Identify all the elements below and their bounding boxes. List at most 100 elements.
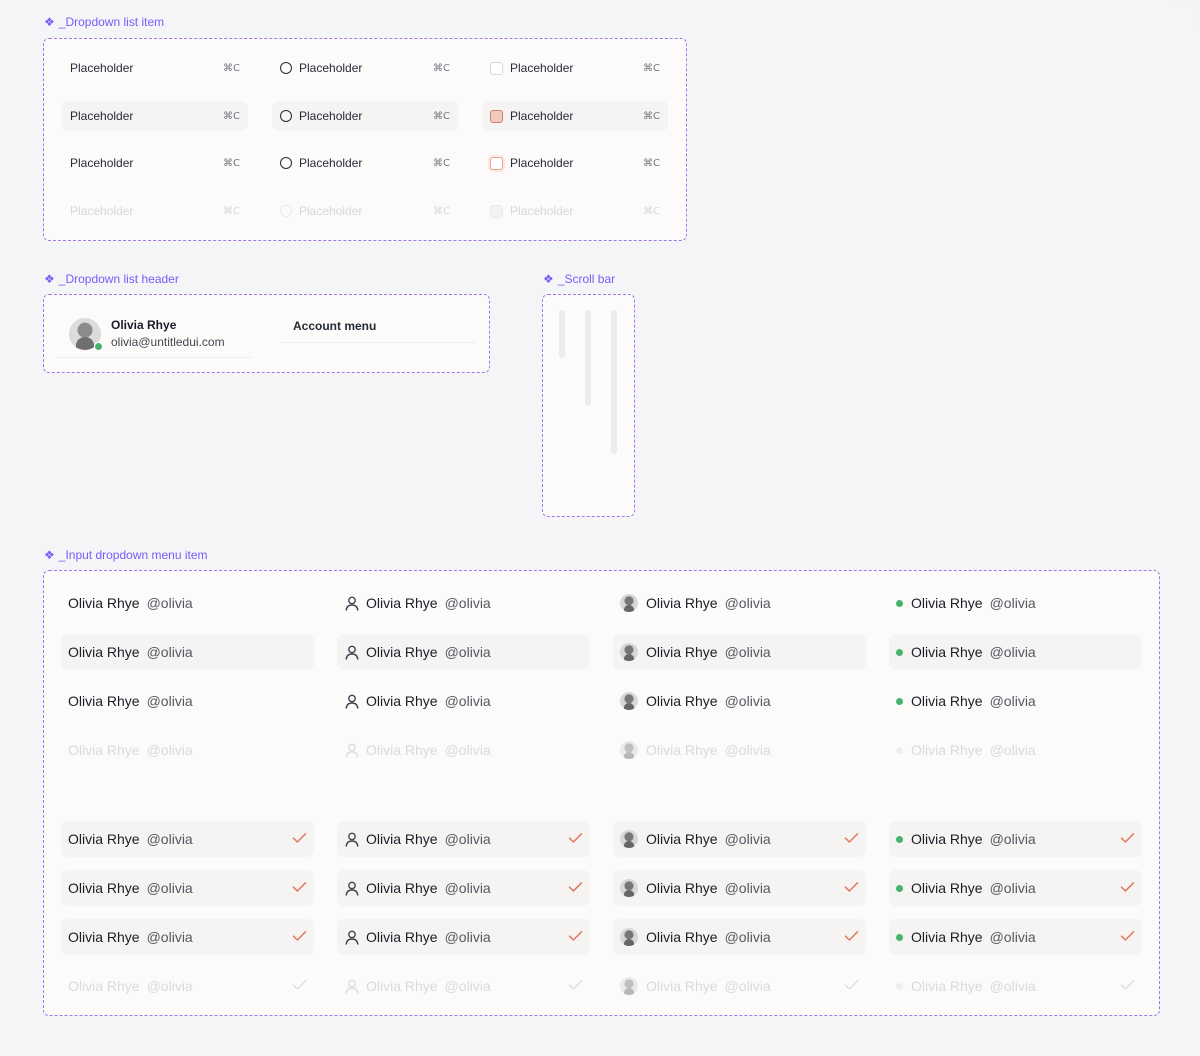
user-name: Olivia Rhye bbox=[68, 929, 140, 945]
input-item-text-default[interactable]: Olivia Rhye @olivia bbox=[61, 585, 314, 621]
component-diamond-icon: ❖ bbox=[44, 272, 55, 286]
user-icon bbox=[344, 832, 359, 847]
input-item-avatar-default[interactable]: Olivia Rhye @olivia bbox=[613, 585, 866, 621]
dropdown-item-label: Placeholder bbox=[299, 204, 363, 218]
input-item-user-icon-selected-hover[interactable]: Olivia Rhye @olivia bbox=[337, 870, 590, 906]
user-handle: @olivia bbox=[989, 693, 1036, 709]
user-name: Olivia Rhye bbox=[911, 929, 983, 945]
input-item-text-selected-hover[interactable]: Olivia Rhye @olivia bbox=[61, 870, 314, 906]
section-label-scroll-bar: ❖ _Scroll bar bbox=[543, 272, 616, 286]
dropdown-item-label: Placeholder bbox=[510, 61, 574, 75]
user-handle: @olivia bbox=[444, 831, 491, 847]
user-name: Olivia Rhye bbox=[646, 595, 718, 611]
scrollbar-thumb-short[interactable] bbox=[559, 310, 565, 358]
user-name: Olivia Rhye bbox=[68, 595, 140, 611]
checkbox-icon bbox=[490, 61, 503, 75]
input-item-dot-default[interactable]: Olivia Rhye @olivia bbox=[889, 585, 1142, 621]
user-name: Olivia Rhye bbox=[646, 742, 718, 758]
input-item-dot-selected-hover[interactable]: Olivia Rhye @olivia bbox=[889, 870, 1142, 906]
input-item-avatar-selected-hover[interactable]: Olivia Rhye @olivia bbox=[613, 870, 866, 906]
user-icon bbox=[344, 930, 359, 945]
input-item-avatar-selected[interactable]: Olivia Rhye @olivia bbox=[613, 821, 866, 857]
user-name: Olivia Rhye bbox=[68, 978, 140, 994]
user-name: Olivia Rhye bbox=[366, 693, 438, 709]
user-handle: @olivia bbox=[724, 978, 771, 994]
avatar-icon bbox=[620, 692, 638, 710]
user-icon bbox=[344, 694, 359, 709]
input-item-user-icon-focus[interactable]: Olivia Rhye @olivia bbox=[337, 683, 590, 719]
user-name: Olivia Rhye bbox=[68, 693, 140, 709]
check-icon bbox=[1120, 831, 1135, 847]
user-handle: @olivia bbox=[724, 742, 771, 758]
input-item-user-icon-selected-focus[interactable]: Olivia Rhye @olivia bbox=[337, 919, 590, 955]
dropdown-item-label: Placeholder bbox=[510, 204, 574, 218]
input-item-avatar-focus[interactable]: Olivia Rhye @olivia bbox=[613, 683, 866, 719]
shortcut-label: ⌘C bbox=[643, 157, 660, 169]
dropdown-item-plain-hover[interactable]: Placeholder ⌘C bbox=[62, 101, 248, 131]
shortcut-label: ⌘C bbox=[223, 205, 240, 217]
radio-icon bbox=[280, 157, 292, 169]
avatar-icon bbox=[620, 928, 638, 946]
user-name: Olivia Rhye bbox=[366, 644, 438, 660]
dropdown-item-plain-focus[interactable]: Placeholder ⌘C bbox=[62, 148, 248, 178]
shortcut-label: ⌘C bbox=[643, 62, 660, 74]
check-icon bbox=[1120, 880, 1135, 896]
status-dot-icon bbox=[896, 697, 903, 705]
input-item-avatar-selected-focus[interactable]: Olivia Rhye @olivia bbox=[613, 919, 866, 955]
input-item-dot-hover[interactable]: Olivia Rhye @olivia bbox=[889, 634, 1142, 670]
dropdown-item-radio-disabled: Placeholder ⌘C bbox=[272, 196, 458, 226]
dropdown-item-checkbox-default[interactable]: Placeholder ⌘C bbox=[482, 53, 668, 83]
dropdown-item-label: Placeholder bbox=[70, 204, 134, 218]
input-item-text-selected-disabled: Olivia Rhye @olivia bbox=[61, 968, 314, 1004]
dropdown-item-checkbox-hover[interactable]: Placeholder ⌘C bbox=[482, 101, 668, 131]
canvas: ❖ _Dropdown list item ❖ _Dropdown list h… bbox=[0, 0, 1200, 1056]
check-icon bbox=[292, 880, 307, 896]
user-name: Olivia Rhye bbox=[366, 880, 438, 896]
input-item-dot-selected-focus[interactable]: Olivia Rhye @olivia bbox=[889, 919, 1142, 955]
user-name: Olivia Rhye bbox=[111, 318, 177, 332]
input-item-text-selected[interactable]: Olivia Rhye @olivia bbox=[61, 821, 314, 857]
input-item-user-icon-selected[interactable]: Olivia Rhye @olivia bbox=[337, 821, 590, 857]
dropdown-item-label: Placeholder bbox=[70, 156, 134, 170]
shortcut-label: ⌘C bbox=[223, 157, 240, 169]
check-icon bbox=[568, 880, 583, 896]
input-item-text-hover[interactable]: Olivia Rhye @olivia bbox=[61, 634, 314, 670]
input-item-dot-selected[interactable]: Olivia Rhye @olivia bbox=[889, 821, 1142, 857]
user-name: Olivia Rhye bbox=[646, 880, 718, 896]
check-icon bbox=[568, 978, 583, 994]
user-handle: @olivia bbox=[146, 831, 193, 847]
user-handle: @olivia bbox=[444, 978, 491, 994]
shortcut-label: ⌘C bbox=[433, 205, 450, 217]
dropdown-item-radio-default[interactable]: Placeholder ⌘C bbox=[272, 53, 458, 83]
dropdown-item-radio-hover[interactable]: Placeholder ⌘C bbox=[272, 101, 458, 131]
input-item-user-icon-hover[interactable]: Olivia Rhye @olivia bbox=[337, 634, 590, 670]
scrollbar-thumb-medium[interactable] bbox=[585, 310, 591, 406]
user-handle: @olivia bbox=[146, 742, 193, 758]
dropdown-item-label: Placeholder bbox=[299, 156, 363, 170]
status-dot-icon bbox=[896, 884, 903, 892]
check-icon bbox=[292, 978, 307, 994]
input-item-text-selected-focus[interactable]: Olivia Rhye @olivia bbox=[61, 919, 314, 955]
avatar-icon bbox=[620, 594, 638, 612]
user-handle: @olivia bbox=[989, 595, 1036, 611]
input-item-dot-focus[interactable]: Olivia Rhye @olivia bbox=[889, 683, 1142, 719]
dropdown-item-plain-default[interactable]: Placeholder ⌘C bbox=[62, 53, 248, 83]
user-header: Olivia Rhye olivia@untitledui.com bbox=[56, 310, 252, 358]
section-label-input-dropdown-menu-item: ❖ _Input dropdown menu item bbox=[44, 548, 208, 562]
dropdown-item-label: Placeholder bbox=[510, 109, 574, 123]
avatar-icon bbox=[620, 741, 638, 759]
user-handle: @olivia bbox=[724, 644, 771, 660]
dropdown-item-label: Placeholder bbox=[299, 61, 363, 75]
dropdown-item-plain-disabled: Placeholder ⌘C bbox=[62, 196, 248, 226]
status-dot-icon bbox=[896, 982, 903, 990]
user-handle: @olivia bbox=[444, 742, 491, 758]
check-icon bbox=[844, 831, 859, 847]
input-item-text-focus[interactable]: Olivia Rhye @olivia bbox=[61, 683, 314, 719]
input-dropdown-menu-item-frame: Olivia Rhye @olivia Olivia Rhye @olivia Oliv… bbox=[43, 570, 1160, 1016]
input-item-avatar-hover[interactable]: Olivia Rhye @olivia bbox=[613, 634, 866, 670]
user-handle: @olivia bbox=[724, 693, 771, 709]
dropdown-item-radio-focus[interactable]: Placeholder ⌘C bbox=[272, 148, 458, 178]
scrollbar-thumb-long[interactable] bbox=[611, 310, 617, 454]
dropdown-item-checkbox-focus[interactable]: Placeholder ⌘C bbox=[482, 148, 668, 178]
input-item-user-icon-default[interactable]: Olivia Rhye @olivia bbox=[337, 585, 590, 621]
